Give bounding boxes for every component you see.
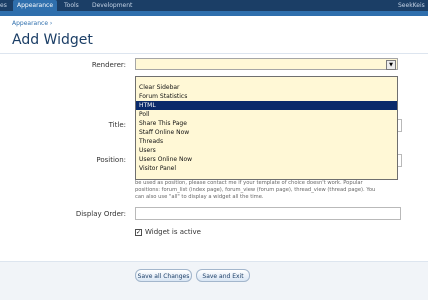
renderer-dropdown[interactable]: Clear Sidebar Forum Statistics HTML Poll… (135, 76, 398, 180)
explain-line: positions: forum_list (index page), foru… (135, 187, 376, 193)
renderer-option[interactable]: Visitor Panel (136, 164, 397, 173)
renderer-select[interactable]: ▼ (135, 58, 398, 70)
display-order-input[interactable] (135, 207, 401, 220)
display-order-label: Display Order: (75, 210, 126, 218)
explain-line: be used as position, please contact me i… (135, 180, 363, 186)
renderer-option[interactable]: Poll (136, 110, 397, 119)
renderer-option[interactable]: Forum Statistics (136, 92, 397, 101)
breadcrumb[interactable]: Appearance › (12, 20, 52, 27)
save-all-changes-button[interactable]: Save all Changes (135, 269, 192, 282)
renderer-option[interactable]: Users (136, 146, 397, 155)
user-menu[interactable]: SeekKeis (398, 0, 425, 11)
page-title: Add Widget (12, 32, 93, 48)
chevron-down-icon[interactable]: ▼ (386, 60, 396, 70)
position-label: Position: (96, 156, 126, 164)
renderer-option-selected[interactable]: HTML (136, 101, 397, 110)
title-divider (0, 53, 428, 54)
widget-active-label[interactable]: Widget is active (145, 228, 201, 236)
renderer-option[interactable]: Clear Sidebar (136, 83, 397, 92)
position-input-edge[interactable] (398, 154, 402, 167)
tab-previous[interactable]: es (0, 0, 7, 11)
save-and-exit-button[interactable]: Save and Exit (196, 269, 250, 282)
tab-appearance[interactable]: Appearance (13, 0, 58, 11)
tab-tools[interactable]: Tools (64, 0, 79, 11)
renderer-option[interactable]: Share This Page (136, 119, 397, 128)
tab-development[interactable]: Development (92, 0, 132, 11)
renderer-label: Renderer: (91, 61, 126, 69)
renderer-option[interactable]: Threads (136, 137, 397, 146)
title-input-edge[interactable] (398, 119, 402, 132)
sub-nav-bar (0, 11, 428, 16)
widget-active-checkbox[interactable]: ✓ (135, 229, 142, 236)
renderer-option[interactable]: Staff Online Now (136, 128, 397, 137)
renderer-option[interactable]: Users Online Now (136, 155, 397, 164)
position-explain: be used as position, please contact me i… (135, 180, 405, 201)
title-label: Title: (108, 121, 126, 129)
explain-line: can also use "all" to display a widget a… (135, 194, 264, 200)
